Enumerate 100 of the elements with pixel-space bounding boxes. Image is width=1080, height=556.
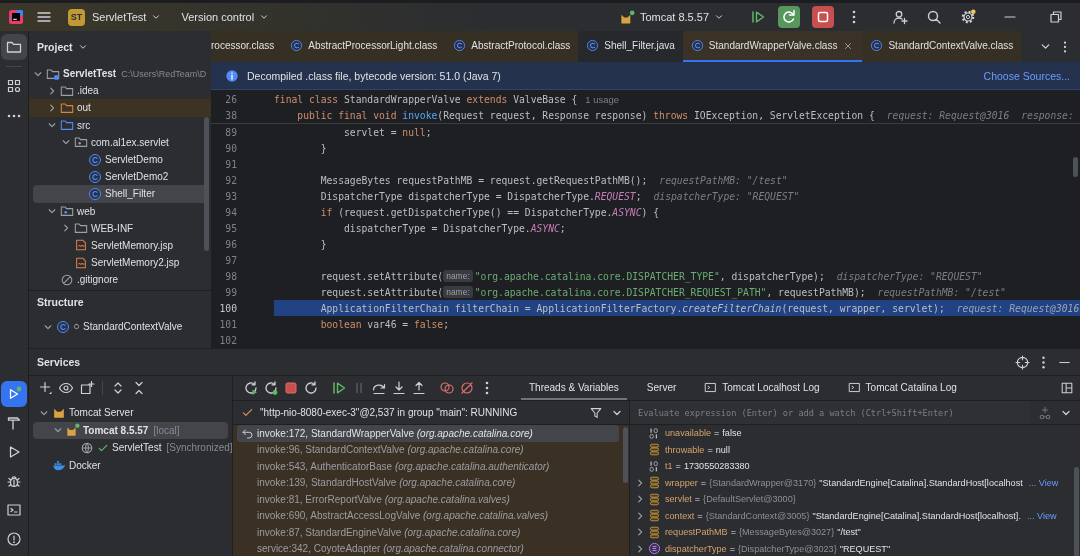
chevron-right-icon[interactable]	[61, 223, 71, 234]
folder-icon	[46, 66, 60, 81]
tree-item[interactable]: WEB-INF	[33, 219, 207, 237]
scrollbar-thumb[interactable]	[1074, 467, 1079, 556]
tree-item[interactable]: web	[33, 202, 207, 220]
project-menu[interactable]: ST ServletTest	[64, 5, 166, 29]
settings-icon[interactable]	[960, 9, 976, 25]
line-number: 102	[218, 334, 237, 346]
tree-item[interactable]: src	[33, 116, 207, 134]
hammer-icon[interactable]	[6, 415, 22, 431]
usage-hint[interactable]: 1 usage	[585, 93, 620, 105]
exclamation-icon[interactable]	[6, 531, 22, 547]
tree-item[interactable]: ServletDemo2	[33, 168, 207, 186]
tree-item[interactable]: .gitignore	[33, 271, 207, 289]
play-icon[interactable]	[331, 380, 347, 396]
circular-arrow-icon[interactable]	[263, 380, 279, 396]
search-icon[interactable]	[926, 9, 942, 25]
tree-item[interactable]: out	[29, 99, 211, 117]
stack-frame[interactable]: invoke:96, StandardContextValve (org.apache.catalina.core)	[237, 441, 619, 458]
scrollbar-thumb[interactable]	[623, 427, 628, 483]
chevron-right-icon[interactable]	[635, 543, 645, 554]
up-arrow-icon[interactable]	[411, 380, 427, 396]
play-icon[interactable]	[750, 9, 766, 25]
view-link[interactable]: ... View	[1028, 477, 1059, 488]
filter-icon[interactable]	[589, 405, 603, 420]
view-link[interactable]: ... View	[1026, 510, 1057, 521]
circular-arrow-icon[interactable]	[303, 380, 319, 396]
plus-icon[interactable]	[37, 380, 53, 396]
debugger-tab[interactable]: Tomcat Catalina Log	[839, 376, 965, 400]
editor-tab[interactable]: rocessor.class	[211, 31, 283, 62]
variable-entry[interactable]: servlet = {DefaultServlet@3000}	[665, 494, 796, 505]
thread-selector[interactable]: "http-nio-8080-exec-3"@2,537 in group "main": RUNNING	[241, 406, 518, 419]
class-icon	[290, 39, 304, 52]
tree-item[interactable]: ServletDemo	[33, 150, 207, 169]
layout-icon[interactable]	[1060, 381, 1074, 395]
variable-entry[interactable]: context = {StandardContext@3005} "StandardEngine[Catalina].StandardHost[localhost].	[665, 510, 1021, 521]
version-control-menu[interactable]: Version control	[177, 8, 274, 26]
editor-tab[interactable]: AbstractProcessorLight.class	[282, 31, 446, 62]
folder-icon[interactable]	[1, 34, 27, 60]
tree-item[interactable]: Shell_Filter	[33, 185, 207, 203]
scrollbar-thumb[interactable]	[204, 117, 209, 251]
variable-entry[interactable]: dispatcherType = {DispatcherType@3023} "REQUEST"	[665, 543, 891, 554]
tree-item[interactable]: .idea	[33, 82, 207, 100]
watch-input[interactable]: Evaluate expression (Enter) or add a watch (Ctrl+Shift+Enter)	[630, 401, 1030, 424]
tree-item[interactable]: Tomcat Server	[33, 404, 228, 422]
chevron-right-icon[interactable]	[635, 510, 645, 521]
tree-item[interactable]: com.al1ex.servlet	[33, 133, 207, 151]
bug-icon[interactable]	[6, 473, 22, 489]
editor-tab[interactable]: StandardContextValve.class	[862, 31, 1022, 62]
crosshair-icon[interactable]	[1015, 354, 1030, 370]
debugger-tab[interactable]: Threads & Variables	[521, 376, 627, 400]
return-arrow-icon	[241, 426, 254, 440]
class-icon	[690, 39, 704, 52]
tree-item[interactable]: ServletMemory2.jsp	[33, 254, 207, 272]
editor-tab[interactable]: StandardWrapperValve.class	[682, 31, 863, 62]
glasses-icon[interactable]	[1038, 405, 1052, 420]
tree-item[interactable]: ServletTest C:\Users\RedTeam\D	[33, 65, 207, 83]
restore-icon[interactable]	[1048, 9, 1064, 25]
shapes-icon[interactable]	[6, 78, 22, 94]
variable-entry[interactable]: wrapper = {StandardWrapper@3170} "StandardEngine[Catalina].StandardHost[localhost	[665, 477, 1023, 488]
stack-frame[interactable]: invoke:81, ErrorReportValve (org.apache.catalina.valves)	[237, 491, 619, 508]
app-logo-icon[interactable]	[8, 9, 24, 25]
menu-icon[interactable]	[36, 9, 52, 25]
stop-icon[interactable]	[812, 6, 834, 28]
choose-sources-link[interactable]: Choose Sources...	[983, 69, 1070, 82]
chevron-right-icon[interactable]	[635, 477, 645, 488]
stack-frame[interactable]: invoke:543, AuthenticatorBase (org.apache.catalina.authenticator)	[237, 458, 619, 475]
variable-entry[interactable]: t1 = 1730550283380	[665, 461, 750, 472]
stack-frame[interactable]: invoke:690, AbstractAccessLogValve (org.apache.catalina.valves)	[237, 507, 619, 524]
tree-item[interactable]: Docker	[33, 456, 228, 474]
play-outline-icon[interactable]	[1, 381, 27, 407]
stack-frame[interactable]: invoke:87, StandardEngineValve (org.apache.catalina.core)	[237, 524, 619, 541]
debugger-tab[interactable]: Server	[638, 376, 685, 400]
debugger-tab[interactable]: Tomcat Localhost Log	[696, 376, 828, 400]
terminal-icon[interactable]	[6, 502, 22, 518]
circular-arrow-icon[interactable]	[243, 380, 259, 396]
tree-item[interactable]: ServletMemory.jsp	[33, 236, 207, 255]
chevron-right-icon[interactable]	[635, 494, 645, 505]
add-user-icon[interactable]	[892, 9, 908, 25]
tree-item[interactable]: StandardContextValve	[33, 318, 207, 336]
chevron-right-icon[interactable]	[47, 102, 57, 113]
variable-entry[interactable]: unavailable = false	[665, 428, 742, 439]
stack-frame[interactable]: invoke:172, StandardWrapperValve (org.apache.catalina.core)	[237, 425, 619, 442]
editor-tab[interactable]: Shell_Filter.java	[578, 31, 683, 62]
chevron-right-icon[interactable]	[635, 527, 645, 538]
project-view-selector[interactable]: Project	[37, 40, 88, 53]
variable-entry[interactable]: throwable = null	[665, 444, 730, 455]
editor-tab[interactable]: AbstractProtocol.class	[445, 31, 579, 62]
eye-icon[interactable]	[58, 380, 74, 396]
square-plus-icon[interactable]	[79, 380, 95, 396]
chevron-right-icon[interactable]	[47, 85, 57, 96]
variable-entry[interactable]: requestPathMB = {MessageBytes@3027} "/test"	[665, 527, 861, 538]
class-icon	[88, 186, 102, 201]
tree-item[interactable]: Tomcat 8.5.57 [local]	[33, 421, 228, 439]
down-arrow-icon[interactable]	[391, 380, 407, 396]
stack-frame[interactable]: invoke:139, StandardHostValve (org.apache.catalina.core)	[237, 474, 619, 491]
stack-frame[interactable]: service:342, CoyoteAdapter (org.apache.catalina.connector)	[237, 540, 619, 556]
run-configuration-selector[interactable]: Tomcat 8.5.57	[615, 6, 728, 28]
class-icon	[56, 319, 70, 334]
scrollbar-thumb[interactable]	[1073, 157, 1078, 177]
